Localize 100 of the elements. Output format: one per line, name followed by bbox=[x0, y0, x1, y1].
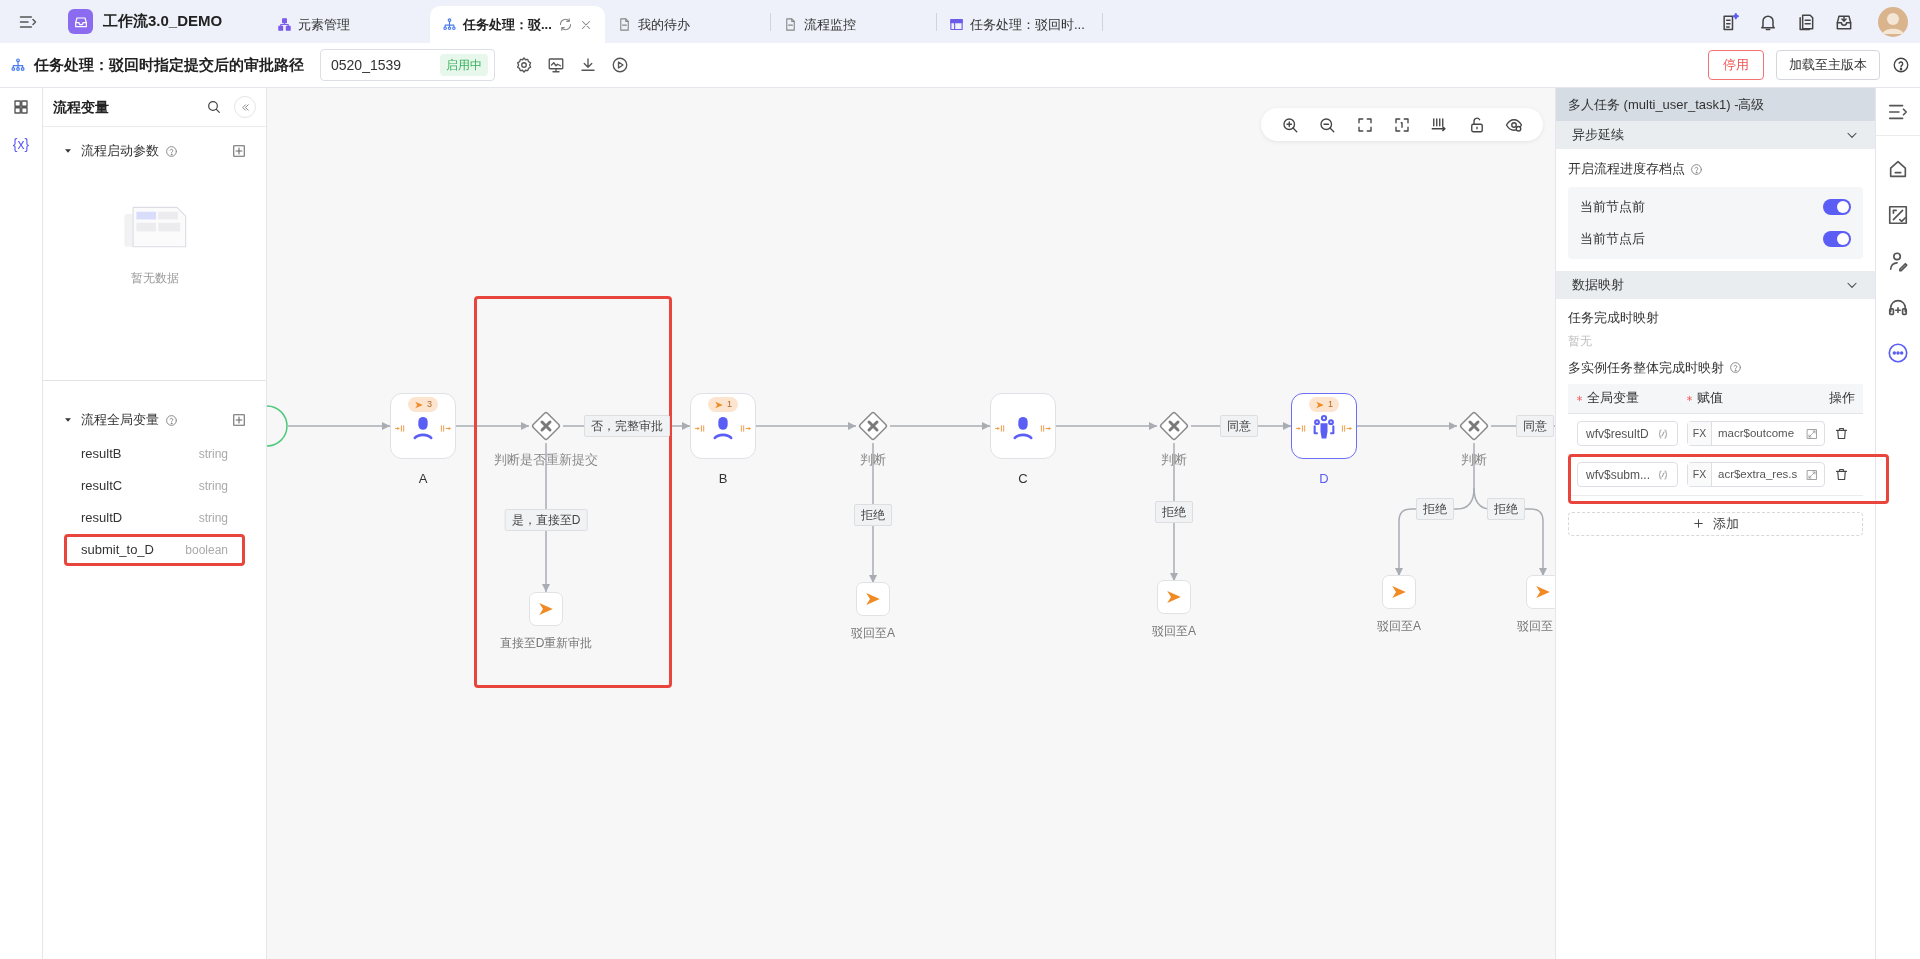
node-label: 判断 bbox=[1161, 451, 1187, 469]
send-icon bbox=[414, 399, 424, 410]
user-icon[interactable] bbox=[1887, 250, 1909, 272]
settings-icon[interactable] bbox=[515, 56, 533, 74]
play-icon[interactable] bbox=[611, 56, 629, 74]
add-button[interactable]: 添加 bbox=[1568, 511, 1863, 536]
value-text: macr$outcome bbox=[1717, 425, 1796, 441]
add-icon[interactable] bbox=[232, 144, 246, 158]
badge-count: 1 bbox=[727, 397, 732, 411]
badge-count: 3 bbox=[427, 397, 432, 411]
section-header[interactable]: 异步延续 bbox=[1556, 121, 1875, 149]
tab-icon bbox=[949, 17, 964, 32]
tab-icon bbox=[783, 17, 798, 32]
edge-label: 是，直接至D bbox=[504, 509, 588, 531]
send-node[interactable] bbox=[529, 592, 563, 626]
panel-title: 流程变量 bbox=[53, 97, 109, 117]
fit-view-icon[interactable] bbox=[1392, 115, 1411, 134]
start-node[interactable] bbox=[267, 405, 289, 447]
tab-icon bbox=[277, 17, 292, 32]
more-icon[interactable] bbox=[1887, 342, 1909, 364]
refresh-icon[interactable] bbox=[558, 17, 573, 32]
percent-icon[interactable] bbox=[1887, 204, 1909, 226]
entry-marker-icon bbox=[695, 422, 706, 434]
value-field[interactable]: FX macr$outcome bbox=[1687, 421, 1825, 446]
tab[interactable]: 我的待办 bbox=[605, 6, 770, 43]
download-icon[interactable] bbox=[579, 56, 597, 74]
entry-marker-icon bbox=[995, 422, 1006, 434]
exit-marker-icon bbox=[1341, 422, 1352, 434]
edge-label: 拒绝 bbox=[854, 504, 892, 526]
edge-label: 同意 bbox=[1220, 415, 1258, 437]
load-main-version-button[interactable]: 加载至主版本 bbox=[1776, 50, 1880, 80]
entry-marker-icon bbox=[395, 422, 406, 434]
edge-label: 拒绝 bbox=[1487, 498, 1525, 520]
plus-icon bbox=[1692, 517, 1705, 530]
column-header: 赋值 bbox=[1697, 389, 1723, 407]
section-title: 异步延续 bbox=[1572, 126, 1624, 145]
variable-type: string bbox=[198, 510, 228, 527]
send-node[interactable] bbox=[1526, 575, 1555, 609]
align-icon[interactable] bbox=[1430, 115, 1449, 134]
variable-name[interactable]: resultD bbox=[81, 508, 123, 528]
help-icon[interactable] bbox=[1892, 56, 1910, 74]
fullscreen-icon[interactable] bbox=[1355, 115, 1374, 134]
node-label: 直接至D重新审批 bbox=[499, 635, 593, 652]
variable-name[interactable]: submit_to_D bbox=[81, 540, 154, 560]
code-icon bbox=[1657, 427, 1669, 440]
field-label: 多实例任务整体完成时映射 bbox=[1568, 358, 1724, 377]
task-node[interactable]: 1 bbox=[690, 393, 756, 459]
variable-field[interactable]: wfv$resultD bbox=[1577, 421, 1678, 446]
node-label: 驳回至 bbox=[1517, 618, 1553, 635]
add-icon[interactable] bbox=[232, 413, 246, 427]
tab[interactable]: 流程监控 bbox=[771, 6, 936, 43]
search-icon[interactable] bbox=[206, 99, 222, 115]
send-node[interactable] bbox=[1157, 580, 1191, 614]
variable-field[interactable]: wfv$subm... bbox=[1577, 462, 1678, 487]
delete-icon[interactable] bbox=[1834, 467, 1849, 482]
node-label: 判断 bbox=[1461, 451, 1487, 469]
variable-name[interactable]: resultB bbox=[81, 444, 122, 464]
grid-icon[interactable] bbox=[12, 98, 30, 116]
variables-tab[interactable]: {x} bbox=[12, 134, 30, 155]
zoom-out-icon[interactable] bbox=[1318, 115, 1337, 134]
value-field[interactable]: FX acr$extra_res.s bbox=[1687, 462, 1825, 487]
send-node[interactable] bbox=[856, 582, 890, 616]
field-label: 开启流程进度存档点 bbox=[1568, 160, 1685, 179]
section-title: 流程启动参数 bbox=[81, 142, 159, 161]
flow-icon bbox=[10, 57, 26, 73]
toggle-label: 当前节点后 bbox=[1580, 230, 1645, 248]
section-title: 流程全局变量 bbox=[81, 411, 159, 430]
delete-icon[interactable] bbox=[1834, 426, 1849, 441]
value-text: acr$extra_res.s bbox=[1717, 466, 1799, 482]
section-header[interactable]: 数据映射 bbox=[1556, 271, 1875, 299]
entry-marker-icon bbox=[1296, 422, 1307, 434]
monitor-icon[interactable] bbox=[547, 56, 565, 74]
expand-icon[interactable] bbox=[1806, 468, 1818, 481]
ai-document-icon[interactable] bbox=[1720, 11, 1740, 32]
home-icon[interactable] bbox=[1887, 158, 1909, 180]
exit-marker-icon bbox=[740, 422, 751, 434]
toggle-switch[interactable] bbox=[1823, 199, 1851, 215]
expand-icon[interactable] bbox=[1806, 427, 1818, 440]
zoom-in-icon[interactable] bbox=[1280, 115, 1299, 134]
tab-icon bbox=[617, 17, 632, 32]
version-field[interactable]: 0520_1539 启用中 bbox=[320, 49, 495, 81]
badge-count: 1 bbox=[1328, 397, 1333, 411]
disable-button[interactable]: 停用 bbox=[1708, 50, 1764, 80]
task-node[interactable]: 1 bbox=[1291, 393, 1357, 459]
field-label: 任务完成时映射 bbox=[1567, 309, 1660, 327]
send-icon bbox=[714, 399, 724, 410]
status-badge: 启用中 bbox=[440, 54, 488, 76]
task-node[interactable]: 3 bbox=[390, 393, 456, 459]
panel-header: 多人任务 (multi_user_task1) -高级 bbox=[1556, 88, 1875, 121]
variable-name[interactable]: resultC bbox=[81, 476, 123, 496]
send-node[interactable] bbox=[1382, 575, 1416, 609]
task-node[interactable] bbox=[990, 393, 1056, 459]
send-icon bbox=[1315, 399, 1325, 410]
edge-label: 拒绝 bbox=[1155, 501, 1193, 523]
toggle-switch[interactable] bbox=[1823, 231, 1851, 247]
tab[interactable]: 任务处理：驳回时... bbox=[937, 6, 1102, 43]
variable-type: string bbox=[198, 478, 228, 495]
tab[interactable]: 任务处理：驳... bbox=[430, 6, 605, 43]
tab[interactable]: 元素管理 bbox=[265, 6, 430, 43]
tab-icon bbox=[442, 17, 457, 32]
